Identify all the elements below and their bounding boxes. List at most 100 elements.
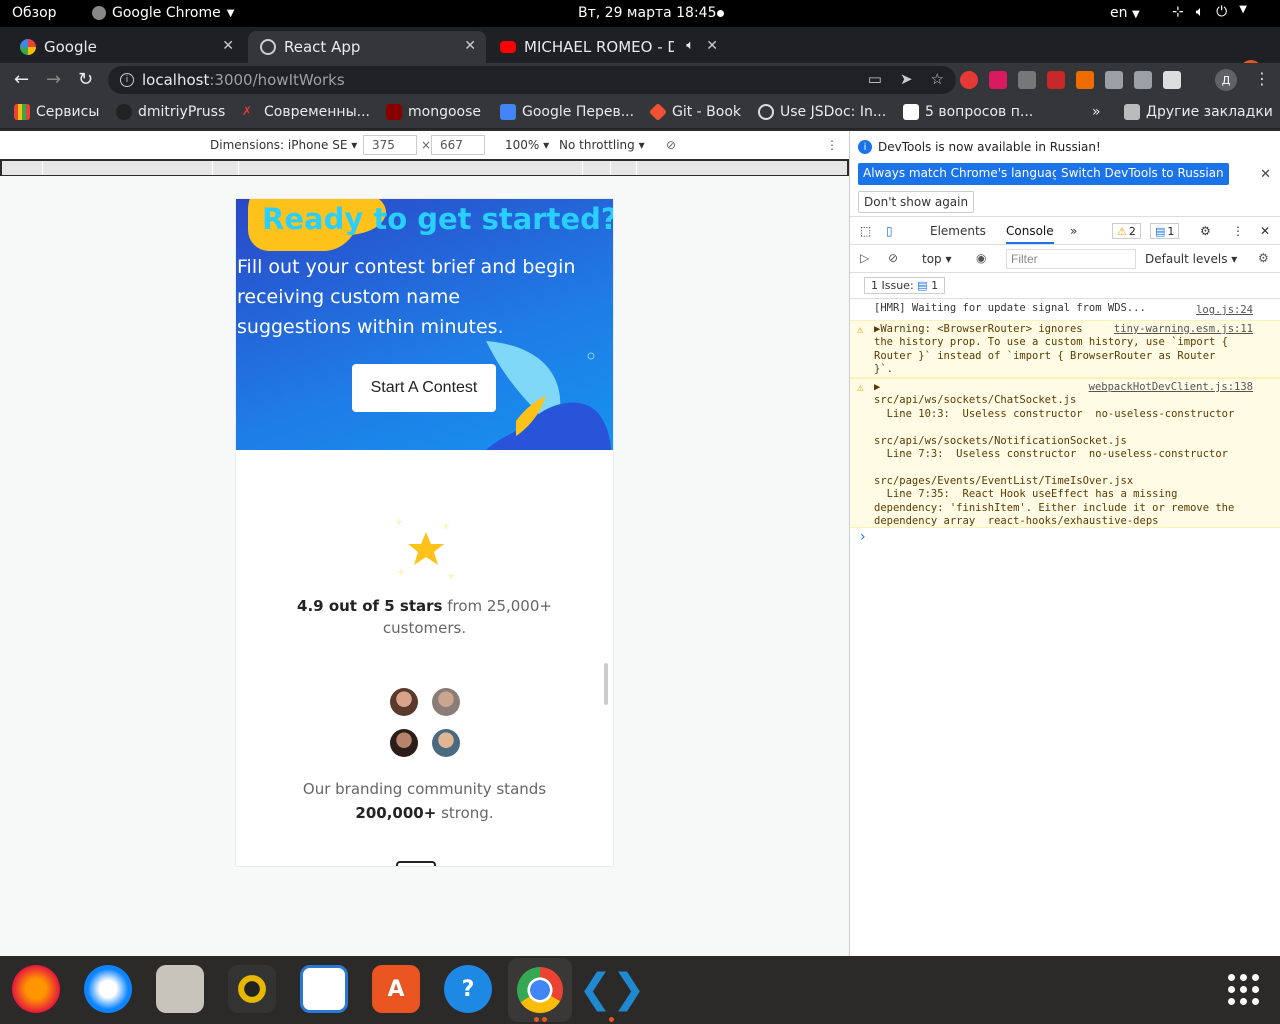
- speaker-icon[interactable]: 🔈︎: [686, 38, 694, 53]
- writer-icon[interactable]: [300, 965, 348, 1013]
- scrollbar-thumb[interactable]: [604, 663, 608, 705]
- chrome-dock-item[interactable]: [508, 958, 572, 1022]
- rotate-icon[interactable]: ⊘: [666, 138, 676, 152]
- start-contest-button[interactable]: Start A Contest: [352, 364, 496, 412]
- message-icon: ▤: [917, 279, 928, 292]
- messages-badge[interactable]: ▤ 1: [1150, 223, 1180, 239]
- device-select[interactable]: Dimensions: iPhone SE ▾: [210, 138, 357, 152]
- console-message[interactable]: [HMR] Waiting for update signal from WDS…: [850, 302, 1280, 320]
- language-indicator[interactable]: en ▼: [1110, 5, 1140, 21]
- avatar: [390, 688, 418, 716]
- bookmarks-overflow-icon[interactable]: »: [1092, 104, 1101, 120]
- height-input[interactable]: 667: [431, 135, 485, 155]
- reload-icon[interactable]: ↻: [78, 69, 93, 90]
- more-tabs-icon[interactable]: »: [1070, 224, 1077, 238]
- bookmark-label: dmitriyPruss: [138, 104, 226, 120]
- send-icon[interactable]: ➤: [900, 70, 913, 88]
- clock[interactable]: Вт, 29 марта 18:45: [578, 5, 716, 21]
- back-arrow-icon[interactable]: ←: [14, 69, 29, 90]
- address-bar[interactable]: i localhost:3000/howItWorks ▭ ➤ ☆: [108, 66, 956, 94]
- width-input[interactable]: 375: [363, 135, 417, 155]
- kebab-menu-icon[interactable]: ⋮: [826, 138, 838, 152]
- console-warning[interactable]: ⚠ ▶Warning: <BrowserRouter> ignores the …: [850, 320, 1280, 378]
- media-query-ruler[interactable]: [2, 161, 847, 175]
- close-icon[interactable]: ✕: [222, 38, 234, 54]
- switch-to-russian-button[interactable]: Switch DevTools to Russian: [1056, 163, 1229, 185]
- tab-elements[interactable]: Elements: [930, 224, 986, 238]
- bookmark-github[interactable]: dmitriyPruss: [116, 104, 225, 120]
- log-source-link[interactable]: tiny-warning.esm.js:11: [1114, 323, 1253, 336]
- forward-arrow-icon[interactable]: →: [46, 69, 61, 90]
- context-select[interactable]: top ▾: [922, 252, 952, 266]
- media-icon[interactable]: [1134, 71, 1152, 89]
- bookmark-questions[interactable]: 5 вопросов п...: [903, 104, 1033, 120]
- kebab-menu-icon[interactable]: ⋮: [1254, 69, 1270, 88]
- bookmark-git-book[interactable]: Git - Book: [648, 102, 741, 122]
- show-apps-icon[interactable]: [1228, 974, 1260, 1006]
- log-source-link[interactable]: webpackHotDevClient.js:138: [1089, 381, 1253, 394]
- log-source-link[interactable]: log.js:24: [1196, 304, 1253, 317]
- sidepanel-icon[interactable]: [1163, 71, 1181, 89]
- tab-youtube[interactable]: MICHAEL ROMEO - Div 🔈︎ ✕: [488, 31, 728, 63]
- bookmark-jsdoc[interactable]: Use JSDoc: In...: [758, 104, 886, 120]
- device-toggle-icon[interactable]: ▯: [886, 224, 893, 238]
- extension-bug-icon[interactable]: [1047, 71, 1065, 89]
- log-levels-select[interactable]: Default levels ▾: [1145, 252, 1237, 266]
- gear-icon[interactable]: ⚙: [1258, 251, 1269, 265]
- puzzle-icon[interactable]: [1105, 71, 1123, 89]
- extension-red-icon[interactable]: [989, 71, 1007, 89]
- inspect-element-icon[interactable]: ⬚: [860, 224, 871, 238]
- globe-icon: [758, 104, 774, 120]
- extension-orange-icon[interactable]: [1076, 71, 1094, 89]
- system-tray[interactable]: ⊹ 🔈︎ ⏻ ▼: [1172, 4, 1247, 20]
- dont-show-again-button[interactable]: Don't show again: [858, 191, 975, 213]
- console-prompt-icon[interactable]: ›: [860, 529, 866, 545]
- dock: A ? ❮❯: [0, 956, 1280, 1024]
- leaf-decoration-icon: [486, 341, 611, 450]
- adblock-icon[interactable]: [960, 71, 978, 89]
- thunderbird-icon[interactable]: [84, 965, 132, 1013]
- clear-console-icon[interactable]: ⊘: [888, 251, 898, 265]
- bookmark-apps[interactable]: Сервисы: [14, 104, 99, 120]
- eye-icon[interactable]: ◉: [976, 251, 986, 265]
- app-menu[interactable]: Google Chrome ▼: [92, 5, 234, 21]
- always-match-language-button[interactable]: Always match Chrome's language: [858, 163, 1072, 185]
- gear-icon[interactable]: ⚙: [1200, 224, 1211, 238]
- times-icon: ×: [421, 138, 432, 152]
- tab-react-app[interactable]: React App ✕: [248, 31, 486, 63]
- files-icon[interactable]: [156, 965, 204, 1013]
- throttling-select[interactable]: No throttling ▾: [559, 138, 645, 152]
- hero-text: Fill out your contest brief and begin re…: [237, 256, 576, 338]
- caret-down-icon: ▼: [1131, 9, 1140, 20]
- pen-icon[interactable]: [1018, 71, 1036, 89]
- tab-screenshot-icon[interactable]: ▭: [868, 70, 882, 88]
- warnings-badge[interactable]: ⚠ 2: [1112, 223, 1141, 239]
- issues-button[interactable]: 1 Issue: ▤ 1: [864, 277, 946, 294]
- rhythmbox-icon[interactable]: [228, 965, 276, 1013]
- bookmark-star-icon[interactable]: ☆: [931, 70, 944, 88]
- close-icon[interactable]: ✕: [1260, 167, 1271, 182]
- bookmark-other[interactable]: Другие закладки: [1124, 104, 1273, 120]
- sidebar-toggle-icon[interactable]: ▷: [860, 251, 869, 265]
- close-icon[interactable]: ✕: [706, 38, 718, 54]
- bookmark-modern[interactable]: ✗ Современны...: [242, 104, 370, 120]
- help-icon[interactable]: ?: [444, 965, 492, 1013]
- community-count-line: 200,000+ strong.: [236, 801, 613, 825]
- close-icon[interactable]: ✕: [464, 38, 476, 54]
- firefox-icon[interactable]: [12, 965, 60, 1013]
- tab-console[interactable]: Console: [1006, 224, 1054, 244]
- console-warning[interactable]: ⚠ ▶ src/api/ws/sockets/ChatSocket.js Lin…: [850, 378, 1280, 528]
- power-icon: ⏻: [1216, 4, 1228, 20]
- kebab-menu-icon[interactable]: ⋮: [1232, 224, 1244, 238]
- activities-button[interactable]: Обзор: [12, 5, 57, 21]
- info-icon[interactable]: i: [120, 73, 134, 87]
- vscode-icon[interactable]: ❮❯: [578, 965, 645, 1013]
- bookmark-translate[interactable]: Google Перев...: [500, 104, 634, 120]
- zoom-select[interactable]: 100% ▾: [505, 138, 549, 152]
- software-store-icon[interactable]: A: [372, 965, 420, 1013]
- console-filter-input[interactable]: [1006, 249, 1136, 269]
- profile-avatar[interactable]: Д: [1215, 69, 1237, 91]
- tab-google[interactable]: Google ✕: [8, 31, 244, 63]
- bookmark-mongoose[interactable]: mongoose: [386, 104, 481, 120]
- close-icon[interactable]: ✕: [1260, 224, 1270, 238]
